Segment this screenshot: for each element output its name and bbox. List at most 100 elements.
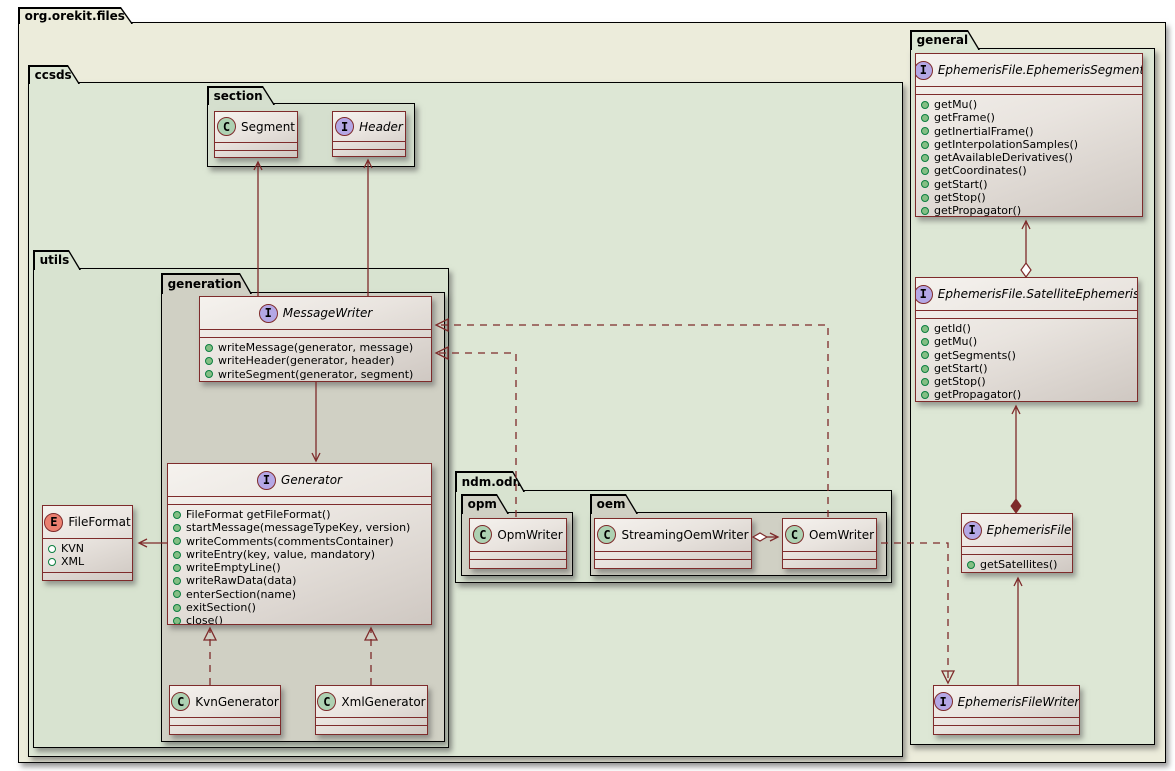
interface-name: Header [359,120,403,134]
package-label: general [917,33,969,47]
method-visibility-icon [921,154,929,162]
enum-icon: E [44,513,63,532]
method-item: exitSection() [173,601,426,614]
class-streamingoemwriter: CStreamingOemWriter [594,518,752,569]
method-item: writeEntry(key, value, mandatory) [173,548,426,561]
method-item: writeComments(commentsContainer) [173,535,426,548]
interface-icon: I [259,304,278,323]
method-item: writeMessage(generator, message) [205,341,426,354]
method-item: getStop() [921,191,1137,204]
interface-icon: I [915,285,933,304]
methods-compartment [170,725,280,734]
fields-compartment [595,551,751,559]
method-visibility-icon [173,590,181,598]
field-visibility-icon [48,545,56,553]
method-visibility-icon [173,564,181,572]
method-item: writeEmptyLine() [173,561,426,574]
method-visibility-icon [921,338,929,346]
method-visibility-icon [967,561,975,569]
interface-ephemerissegment: IEphemerisFile.EphemerisSegment getMu()g… [915,53,1143,217]
fields-compartment [168,496,431,504]
package-ndm-odm-tab: ndm.odm [455,471,525,492]
interface-icon: I [934,692,953,711]
interface-name: EphemerisFileWriter [958,695,1080,709]
interface-name: MessageWriter [283,306,373,320]
class-name: OemWriter [809,528,874,542]
method-visibility-icon [921,127,929,135]
fields-compartment [200,329,431,337]
methods-compartment: FileFormat getFileFormat()startMessage(m… [168,504,431,625]
fields-compartment [215,142,297,150]
package-label: section [214,89,263,103]
method-item: startMessage(messageTypeKey, version) [173,521,426,534]
package-label: generation [168,277,242,291]
method-item: writeSegment(generator, segment) [205,368,426,381]
interface-icon: I [963,521,982,540]
class-icon: C [785,525,804,544]
interface-icon: I [915,61,933,80]
interface-ephemerisfile: I EphemerisFile getSatellites() [961,513,1073,573]
method-visibility-icon [921,351,929,359]
method-item: writeHeader(generator, header) [205,354,426,367]
uml-package-diagram: org.orekit.files ccsds section utils gen… [0,0,1175,771]
method-visibility-icon [921,101,929,109]
package-label: utils [40,253,70,267]
method-visibility-icon [173,511,181,519]
method-item: getFrame() [921,111,1137,124]
method-visibility-icon [921,141,929,149]
methods-compartment [43,572,132,580]
interface-satelliteephemeris: IEphemerisFile.SatelliteEphemeris getId(… [915,277,1138,402]
enum-fileformat: EFileFormat KVNXML [42,505,133,581]
package-label: ndm.odm [462,475,526,489]
methods-compartment: writeMessage(generator, message)writeHea… [200,337,431,382]
fields-compartment [333,141,405,149]
enum-constant-item: KVN [48,542,127,555]
method-item: getMu() [921,335,1132,348]
methods-compartment [470,559,566,569]
methods-compartment [783,559,876,569]
method-visibility-icon [205,344,213,352]
method-item: getStart() [921,178,1137,191]
method-visibility-icon [921,114,929,122]
class-opmwriter: COpmWriter [469,518,567,569]
method-item: getInterpolationSamples() [921,138,1137,151]
fields-compartment [962,546,1072,554]
method-item: getMu() [921,98,1137,111]
class-segment: CSegment [214,111,298,158]
method-item: enterSection(name) [173,588,426,601]
class-icon: C [217,117,236,136]
methods-compartment: getSatellites() [962,554,1072,573]
method-item: getInertialFrame() [921,125,1137,138]
method-visibility-icon [173,524,181,532]
class-kvngenerator: CKvnGenerator [169,685,281,735]
method-visibility-icon [921,378,929,386]
method-visibility-icon [173,577,181,585]
interface-name: Generator [281,473,342,487]
method-visibility-icon [921,180,929,188]
class-name: XmlGenerator [341,695,425,709]
fields-compartment [470,551,566,559]
interface-icon: I [257,471,276,490]
package-label: oem [597,497,626,511]
class-name: StreamingOemWriter [621,528,748,542]
fields-compartment [316,717,427,725]
method-visibility-icon [921,365,929,373]
class-icon: C [317,692,336,711]
interface-messagewriter: I MessageWriter writeMessage(generator, m… [199,296,432,382]
class-icon: C [473,525,492,544]
package-general-tab: general [910,30,980,50]
methods-compartment [934,725,1079,734]
method-visibility-icon [921,391,929,399]
interface-name: EphemerisFile.SatelliteEphemeris [938,287,1138,301]
method-visibility-icon [921,325,929,333]
enum-constant-item: XML [48,555,127,568]
class-xmlgenerator: C XmlGenerator [315,685,428,735]
interface-name: EphemerisFile [987,523,1072,537]
methods-compartment [316,725,427,734]
package-org-orekit-files-tab: org.orekit.files [18,7,133,24]
fields-compartment [916,86,1142,94]
fields-compartment [934,717,1079,725]
class-icon: C [171,692,190,711]
package-section-tab: section [207,86,275,105]
class-oemwriter: C OemWriter [782,518,877,569]
